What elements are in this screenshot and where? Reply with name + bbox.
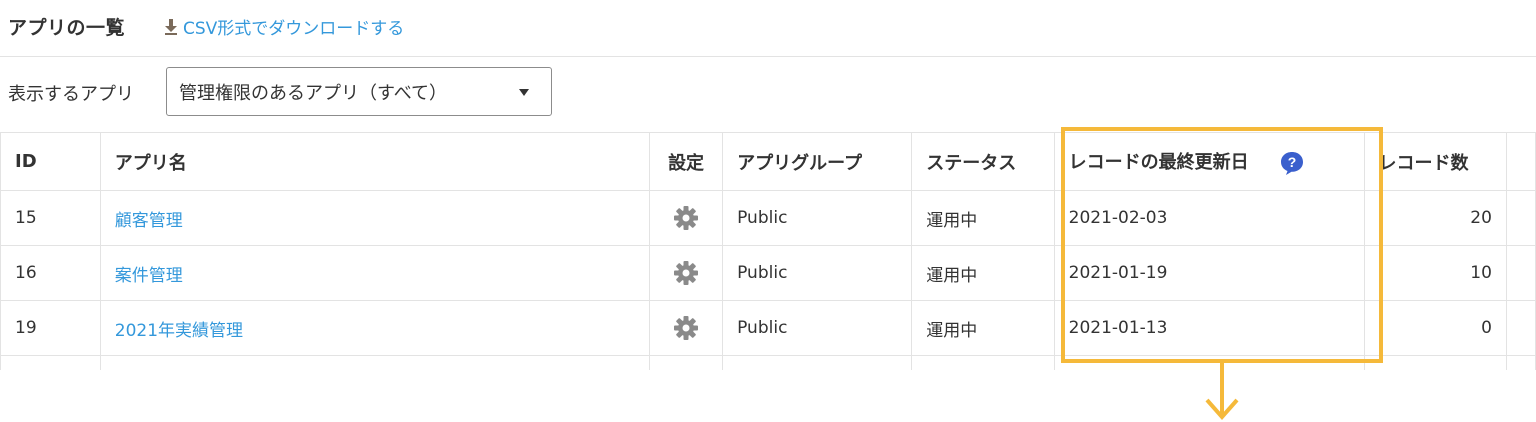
column-header-updated[interactable]: レコードの最終更新日 ? [1053, 132, 1365, 191]
app-filter-value: 管理権限のあるアプリ（すべて） [179, 82, 448, 104]
table-row: 16 案件管理 Public 運用中 2021-01-19 10 [0, 245, 1536, 301]
cell-records: 0 [1363, 300, 1507, 356]
csv-download-label: CSV形式でダウンロードする [183, 19, 405, 39]
cell-status: 運用中 [911, 245, 1055, 301]
cell-records: 20 [1363, 190, 1507, 246]
app-table: ID アプリ名 設定 アプリグループ ステータス レコードの最終更新日 ? レコ… [0, 132, 1536, 396]
cell-id: 19 [0, 300, 101, 356]
cell-settings [649, 300, 724, 356]
cell-app-name: 顧客管理 [99, 190, 651, 246]
csv-download-link[interactable]: CSV形式でダウンロードする [164, 14, 404, 39]
column-header-status[interactable]: ステータス [911, 132, 1055, 191]
app-name-link[interactable]: 顧客管理 [115, 211, 183, 231]
gear-icon[interactable] [673, 315, 699, 341]
content-cutoff [0, 370, 1536, 421]
cell-group: Public [722, 300, 913, 356]
cell-settings [649, 245, 724, 301]
cell-updated: 2021-01-19 [1053, 245, 1365, 301]
gear-icon[interactable] [673, 260, 699, 286]
cell-app-name: 2021年実績管理 [99, 300, 651, 356]
cell-app-name: 案件管理 [99, 245, 651, 301]
app-name-link[interactable]: 案件管理 [115, 266, 183, 286]
cell-status: 運用中 [911, 300, 1055, 356]
app-filter-select[interactable]: 管理権限のあるアプリ（すべて） [166, 67, 552, 116]
column-header-extra [1505, 132, 1536, 191]
column-header-settings: 設定 [649, 132, 724, 191]
column-header-id[interactable]: ID [0, 132, 101, 191]
table-row: 19 2021年実績管理 Public 運用中 2021-01-13 0 [0, 300, 1536, 356]
help-icon[interactable]: ? [1279, 150, 1305, 176]
arrow-down-icon [1205, 362, 1239, 421]
cell-updated: 2021-01-13 [1053, 300, 1365, 356]
app-filter-label: 表示するアプリ [8, 84, 134, 105]
page-header: アプリの一覧 CSV形式でダウンロードする [0, 0, 1536, 57]
cell-updated: 2021-02-03 [1053, 190, 1365, 246]
app-name-link[interactable]: 2021年実績管理 [115, 321, 243, 341]
column-header-updated-label: レコードの最終更新日 [1068, 151, 1249, 173]
svg-text:?: ? [1288, 154, 1297, 170]
column-header-name[interactable]: アプリ名 [99, 132, 651, 191]
page-title: アプリの一覧 [8, 17, 126, 39]
cell-id: 15 [0, 190, 101, 246]
cell-extra [1505, 245, 1536, 301]
cell-records: 10 [1363, 245, 1507, 301]
cell-settings [649, 190, 724, 246]
cell-extra [1505, 190, 1536, 246]
cell-id: 16 [0, 245, 101, 301]
cell-group: Public [722, 190, 913, 246]
column-header-group[interactable]: アプリグループ [722, 132, 913, 191]
table-header-row: ID アプリ名 設定 アプリグループ ステータス レコードの最終更新日 ? レコ… [0, 132, 1536, 191]
gear-icon[interactable] [673, 205, 699, 231]
caret-down-icon [519, 89, 529, 96]
table-row: 15 顧客管理 Public 運用中 2021-02-03 20 [0, 190, 1536, 246]
download-icon [165, 18, 177, 35]
cell-extra [1505, 300, 1536, 356]
column-header-records[interactable]: レコード数 [1363, 132, 1507, 191]
cell-group: Public [722, 245, 913, 301]
cell-status: 運用中 [911, 190, 1055, 246]
